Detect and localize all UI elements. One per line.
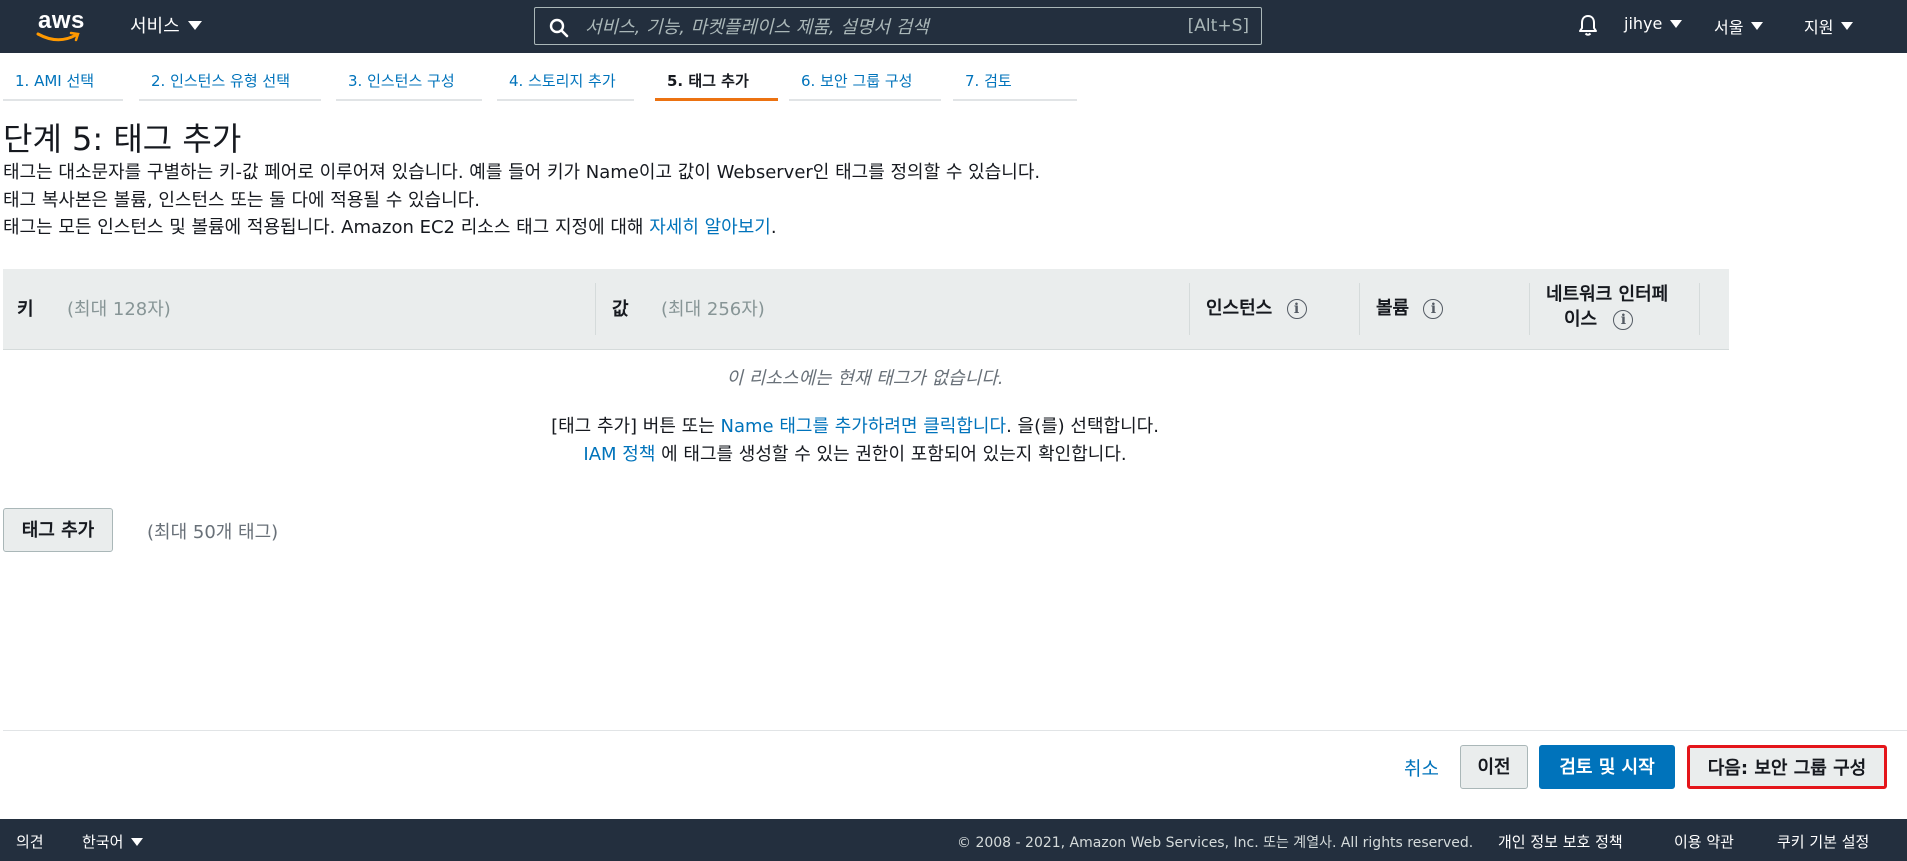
tab-ami[interactable]: 1. AMI 선택 [3,66,123,101]
feedback-link[interactable]: 의견 [16,831,44,852]
caret-down-icon [1751,22,1764,30]
tab-instance-config[interactable]: 3. 인스턴스 구성 [336,66,482,101]
cancel-link[interactable]: 취소 [1404,754,1439,781]
add-tag-instructions: [태그 추가] 버튼 또는 Name 태그를 추가하려면 클릭합니다. 을(를)… [0,412,1710,438]
aws-smile-icon [36,31,80,42]
terms-link[interactable]: 이용 약관 [1674,831,1734,852]
description-line-3-end: . [770,217,777,238]
caret-down-icon [131,837,144,846]
info-icon[interactable]: i [1423,299,1444,319]
services-label: 서비스 [130,16,180,37]
support-label: 지원 [1804,18,1834,37]
network-header-line2: 이스 [1564,309,1598,330]
info-icon[interactable]: i [1286,299,1307,319]
privacy-policy-link[interactable]: 개인 정보 보호 정책 [1498,831,1623,852]
caret-down-icon [1670,19,1683,28]
instances-header-label: 인스턴스 [1206,298,1273,319]
cookie-preferences-link[interactable]: 쿠키 기본 설정 [1777,831,1869,852]
search-input[interactable] [583,10,1167,44]
user-label: jihye [1624,14,1663,33]
footer: 의견 한국어 © 2008 - 2021, Amazon Web Service… [0,819,1907,861]
key-max-hint: (최대 128자) [67,299,171,320]
tab-storage[interactable]: 4. 스토리지 추가 [497,66,634,101]
user-menu[interactable]: jihye [1624,14,1683,33]
next-configure-security-group-button[interactable]: 다음: 보안 그룹 구성 [1687,745,1887,789]
instructions-suffix: . 을(를) 선택합니다. [1006,416,1159,437]
add-name-tag-link[interactable]: Name 태그를 추가하려면 클릭합니다 [721,416,1007,437]
learn-more-link[interactable]: 자세히 알아보기 [649,217,771,238]
tab-instance-type[interactable]: 2. 인스턴스 유형 선택 [139,66,321,101]
network-header-line1: 네트워크 인터페 [1546,284,1669,305]
network-interface-column-header: 네트워크 인터페 이스 i [1546,282,1668,332]
instructions-prefix: [태그 추가] 버튼 또는 [551,416,721,437]
language-selector[interactable]: 한국어 [82,831,144,852]
iam-policy-link[interactable]: IAM 정책 [583,444,655,465]
review-and-launch-button[interactable]: 검토 및 시작 [1539,745,1675,789]
actions-divider [3,730,1907,731]
empty-tags-message: 이 리소스에는 현재 태그가 없습니다. [726,368,1004,389]
add-tag-button[interactable]: 태그 추가 [3,508,113,552]
tab-security-group[interactable]: 6. 보안 그룹 구성 [789,66,941,101]
max-tags-hint: (최대 50개 태그) [147,522,279,543]
description-line-2: 태그 복사본은 볼륨, 인스턴스 또는 둘 다에 적용될 수 있습니다. [3,190,480,211]
column-divider [1529,283,1530,335]
iam-policy-note-text: 에 태그를 생성할 수 있는 권한이 포함되어 있는지 확인합니다. [655,444,1127,465]
caret-down-icon [187,20,202,30]
region-label: 서울 [1714,18,1744,37]
aws-logo[interactable]: aws [36,7,86,42]
language-label: 한국어 [82,833,124,851]
top-navigation: aws 서비스 [Alt+S] jihye 서울 지원 [0,0,1907,53]
previous-button[interactable]: 이전 [1460,745,1528,789]
column-divider [1359,283,1360,335]
services-menu[interactable]: 서비스 [130,12,202,38]
value-max-hint: (최대 256자) [661,299,765,320]
search-icon [549,18,569,38]
tags-table-header: 키 (최대 128자) 값 (최대 256자) 인스턴스 i 볼륨 i 네트워크… [3,269,1729,350]
info-icon[interactable]: i [1613,310,1634,330]
volumes-column-header: 볼륨 i [1376,294,1444,320]
tab-review[interactable]: 7. 검토 [953,66,1077,101]
column-divider [595,283,596,335]
copyright-text: © 2008 - 2021, Amazon Web Services, Inc.… [957,835,1474,851]
search-box[interactable]: [Alt+S] [534,7,1262,45]
caret-down-icon [1841,22,1854,30]
notifications-button[interactable] [1576,13,1600,41]
key-column-header: 키 [17,299,34,320]
column-divider [1189,283,1190,335]
support-menu[interactable]: 지원 [1804,14,1854,38]
tab-add-tags[interactable]: 5. 태그 추가 [655,66,778,101]
value-column-header: 값 [612,299,629,320]
volumes-header-label: 볼륨 [1376,298,1410,319]
search-shortcut-hint: [Alt+S] [1187,16,1249,36]
page-title: 단계 5: 태그 추가 [3,120,242,158]
description-line-3: 태그는 모든 인스턴스 및 볼륨에 적용됩니다. Amazon EC2 리소스 … [3,213,777,239]
bell-icon [1579,15,1597,36]
description-line-1: 태그는 대소문자를 구별하는 키-값 페어로 이루어져 있습니다. 예를 들어 … [3,162,1041,183]
description-line-3-text: 태그는 모든 인스턴스 및 볼륨에 적용됩니다. Amazon EC2 리소스 … [3,217,650,238]
region-menu[interactable]: 서울 [1714,14,1764,38]
instances-column-header: 인스턴스 i [1206,294,1307,320]
column-divider [1699,283,1700,335]
iam-policy-note: IAM 정책 에 태그를 생성할 수 있는 권한이 포함되어 있는지 확인합니다… [0,440,1710,466]
